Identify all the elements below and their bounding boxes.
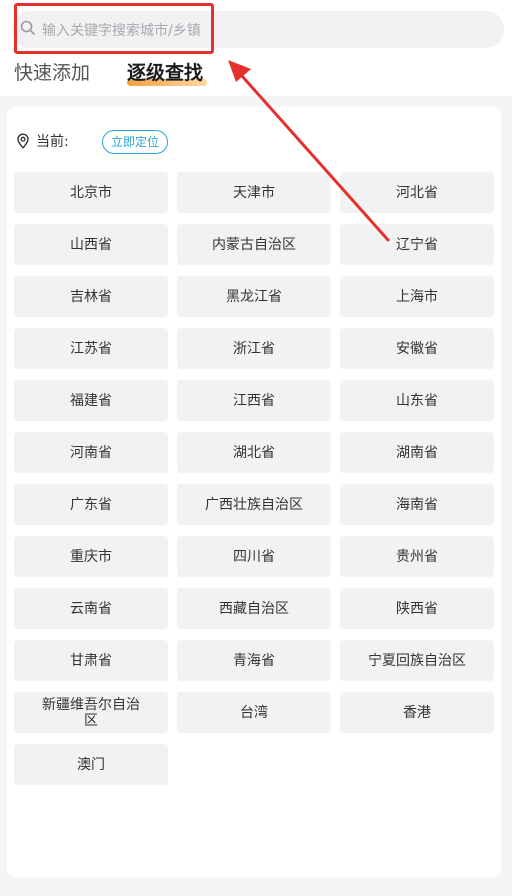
province-item[interactable]: 四川省 xyxy=(177,536,331,577)
province-item[interactable]: 浙江省 xyxy=(177,328,331,369)
province-item[interactable]: 重庆市 xyxy=(14,536,168,577)
tab-step-search[interactable]: 逐级查找 xyxy=(127,58,203,88)
province-item[interactable]: 吉林省 xyxy=(14,276,168,317)
province-item[interactable]: 香港 xyxy=(340,692,494,733)
province-item[interactable]: 陕西省 xyxy=(340,588,494,629)
province-item[interactable]: 河北省 xyxy=(340,172,494,213)
province-item[interactable]: 宁夏回族自治区 xyxy=(340,640,494,681)
province-item[interactable]: 辽宁省 xyxy=(340,224,494,265)
province-item[interactable]: 黑龙江省 xyxy=(177,276,331,317)
province-item[interactable]: 台湾 xyxy=(177,692,331,733)
province-item[interactable]: 甘肃省 xyxy=(14,640,168,681)
province-item[interactable]: 湖南省 xyxy=(340,432,494,473)
province-item[interactable]: 山西省 xyxy=(14,224,168,265)
province-grid: 北京市 天津市 河北省山西省 内蒙古自治区 辽宁省吉林省 黑龙江省 上海市江苏省 浙江省 安徽省… xyxy=(14,172,496,785)
province-item[interactable]: 湖北省 xyxy=(177,432,331,473)
province-item[interactable]: 广西壮族自治区 xyxy=(177,484,331,525)
header: 快速添加 逐级查找 xyxy=(0,0,512,96)
province-item[interactable]: 上海市 xyxy=(340,276,494,317)
location-pin-icon xyxy=(17,133,29,149)
province-item[interactable]: 贵州省 xyxy=(340,536,494,577)
province-item[interactable]: 江苏省 xyxy=(14,328,168,369)
province-item[interactable]: 安徽省 xyxy=(340,328,494,369)
province-item[interactable]: 山东省 xyxy=(340,380,494,421)
province-item[interactable]: 天津市 xyxy=(177,172,331,213)
province-item[interactable]: 澳门 xyxy=(14,744,168,785)
search-icon xyxy=(20,20,35,35)
locate-now-button[interactable]: 立即定位 xyxy=(102,130,169,154)
province-item[interactable]: 福建省 xyxy=(14,380,168,421)
search-input[interactable] xyxy=(40,11,484,50)
province-item[interactable]: 云南省 xyxy=(14,588,168,629)
province-item[interactable]: 青海省 xyxy=(177,640,331,681)
page: 快速添加 逐级查找 当前: 立即定位 北京市天津市河北省山西省内蒙古自治区辽宁省… xyxy=(0,0,512,896)
province-item[interactable]: 海南省 xyxy=(340,484,494,525)
tab-quick-add[interactable]: 快速添加 xyxy=(14,58,90,88)
province-item[interactable]: 新疆维吾尔自治区 xyxy=(14,692,168,733)
province-item[interactable]: 内蒙古自治区 xyxy=(177,224,331,265)
province-item[interactable]: 西藏自治区 xyxy=(177,588,331,629)
province-item[interactable]: 北京市 xyxy=(14,172,168,213)
province-item[interactable]: 江西省 xyxy=(177,380,331,421)
current-location-label: 当前: xyxy=(36,134,69,150)
province-item[interactable]: 河南省 xyxy=(14,432,168,473)
region-card: 当前: 立即定位 北京市 天津市 河北省山西省 内蒙古自治区 辽宁省吉林省 黑龙江省 上海市… xyxy=(7,107,501,877)
province-item[interactable]: 广东省 xyxy=(14,484,168,525)
